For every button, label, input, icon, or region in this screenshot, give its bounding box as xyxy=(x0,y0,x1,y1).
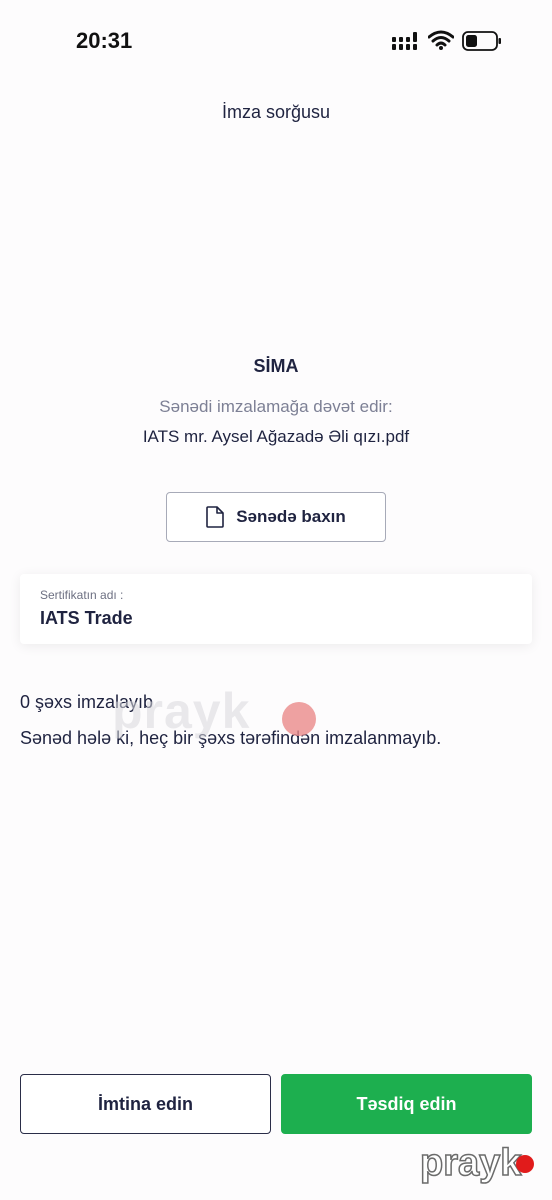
status-bar: 20:31 xyxy=(0,0,552,82)
page-title: İmza sorğusu xyxy=(221,102,331,122)
certificate-name: IATS Trade xyxy=(40,608,133,628)
watermark-dot xyxy=(282,702,316,736)
cellular-signal-icon xyxy=(392,32,417,50)
invite-text: Sənədi imzalamağa dəvət edir: xyxy=(159,397,393,416)
brand-logo-dot xyxy=(516,1155,534,1173)
watermark: prayk xyxy=(112,683,251,739)
certificate-card[interactable]: Sertifikatın adı : IATS Trade xyxy=(20,574,532,644)
view-document-label: Sənədə baxın xyxy=(236,507,346,526)
wifi-icon xyxy=(428,30,454,50)
view-document-button[interactable]: Sənədə baxın xyxy=(166,492,386,542)
brand-logo: prayk xyxy=(419,1141,522,1185)
document-icon xyxy=(206,506,224,528)
reject-button[interactable]: İmtina edin xyxy=(20,1074,271,1134)
issuer-name: SİMA xyxy=(253,356,299,376)
confirm-button[interactable]: Təsdiq edin xyxy=(281,1074,532,1134)
status-time: 20:31 xyxy=(76,28,133,53)
document-file-name: IATS mr. Aysel Ağazadə Əli qızı.pdf xyxy=(142,427,410,446)
certificate-caption: Sertifikatın adı : xyxy=(40,588,124,602)
battery-icon xyxy=(462,31,501,51)
